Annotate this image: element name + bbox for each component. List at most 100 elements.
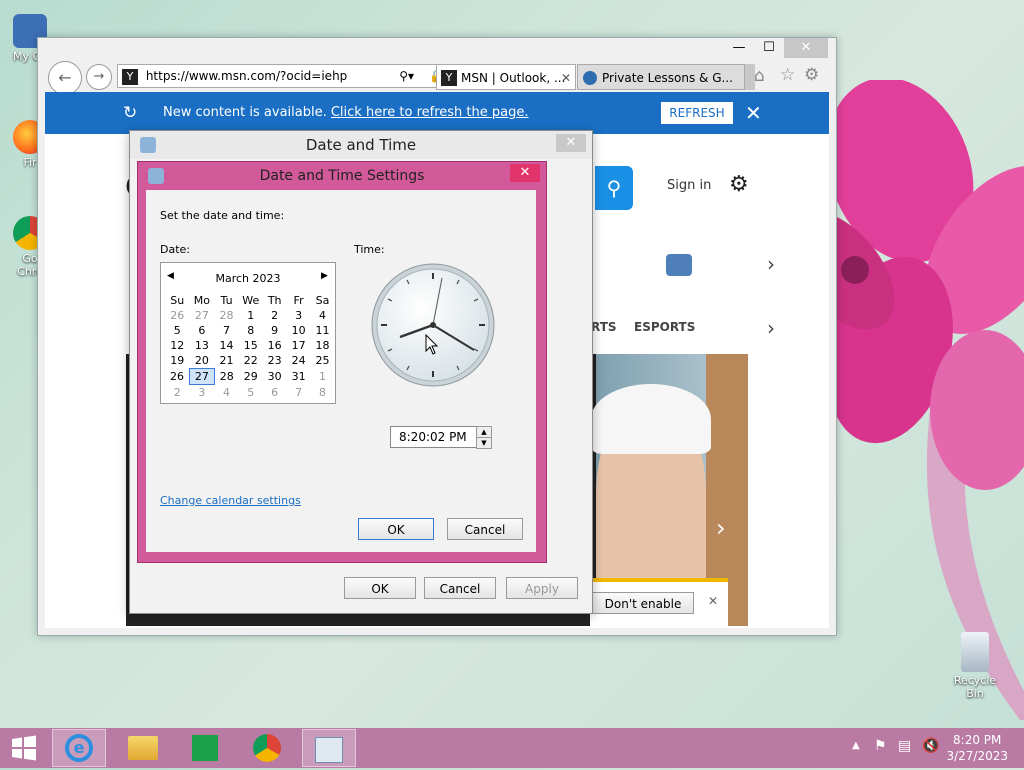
hero-next-icon[interactable]: › — [716, 514, 726, 542]
day-cell[interactable]: 26 — [165, 308, 189, 323]
day-cell[interactable]: 2 — [165, 385, 189, 401]
day-cell[interactable]: 5 — [165, 323, 189, 338]
close-button[interactable]: ✕ — [510, 164, 540, 182]
cancel-button[interactable]: Cancel — [447, 518, 523, 540]
day-cell[interactable]: 7 — [287, 385, 311, 401]
day-cell[interactable]: 21 — [214, 353, 238, 369]
day-cell[interactable]: 30 — [263, 369, 287, 385]
taskbar-ie[interactable]: e — [52, 729, 106, 767]
weekday-header: Mo — [193, 294, 210, 307]
taskbar-file-explorer[interactable] — [116, 729, 170, 767]
day-cell[interactable]: 12 — [165, 338, 189, 353]
tab-close-icon[interactable]: ✕ — [561, 65, 571, 89]
search-icon[interactable]: ⚲▾ — [399, 65, 414, 87]
spin-down-icon[interactable]: ▼ — [476, 437, 492, 449]
day-cell[interactable]: 1 — [239, 308, 263, 323]
close-button[interactable]: ✕ — [556, 134, 586, 152]
day-cell[interactable]: 15 — [239, 338, 263, 353]
day-cell[interactable]: 5 — [239, 385, 263, 401]
settings-gear-icon[interactable]: ⚙ — [804, 65, 819, 85]
back-button[interactable]: ← — [48, 61, 82, 95]
window-controls: — ☐ ✕ — [724, 38, 828, 58]
day-cell[interactable]: 6 — [189, 323, 214, 338]
taskbar-store[interactable] — [178, 729, 232, 767]
day-cell[interactable]: 4 — [214, 385, 238, 401]
nav-esports-link[interactable]: ESPORTS — [634, 320, 695, 334]
chrome-icon — [253, 734, 281, 762]
volume-muted-icon[interactable]: 🔇 — [922, 738, 939, 754]
day-cell[interactable]: 20 — [189, 353, 214, 369]
selected-day-cell[interactable]: 27 — [188, 368, 215, 385]
refresh-link[interactable]: Click here to refresh the page. — [331, 105, 529, 120]
ok-button[interactable]: OK — [344, 577, 416, 599]
nav-sports-link[interactable]: RTS — [591, 320, 617, 334]
time-spinner[interactable]: 8:20:02 PM ▲ ▼ — [390, 426, 492, 449]
home-icon[interactable]: ⌂ — [754, 66, 765, 86]
taskbar-chrome[interactable] — [240, 729, 294, 767]
calendar-month[interactable]: March 2023 — [161, 272, 335, 285]
day-cell[interactable]: 4 — [311, 308, 335, 323]
day-cell[interactable]: 25 — [311, 353, 335, 369]
search-button[interactable]: ⚲ — [595, 166, 633, 210]
day-cell[interactable]: 9 — [263, 323, 287, 338]
nav-next-chevron-icon[interactable]: › — [767, 316, 775, 340]
store-icon — [192, 735, 218, 761]
day-cell[interactable]: 18 — [311, 338, 335, 353]
address-text: https://www.msn.com/?ocid=iehp — [145, 69, 348, 83]
minimize-button[interactable]: — — [724, 38, 754, 58]
desktop-icon-recycle-bin[interactable]: Recycle Bin — [944, 632, 1006, 700]
day-cell[interactable]: 2 — [263, 308, 287, 323]
tab-msn[interactable]: Y MSN | Outlook, ... ✕ — [436, 64, 576, 90]
day-cell[interactable]: 7 — [214, 323, 238, 338]
day-cell[interactable]: 28 — [214, 369, 238, 385]
action-center-flag-icon[interactable]: ⚑ — [874, 738, 887, 754]
next-month-icon[interactable]: ▶ — [321, 271, 328, 281]
day-cell[interactable]: 24 — [287, 353, 311, 369]
close-notification-icon[interactable]: ✕ — [745, 92, 762, 134]
sign-in-link[interactable]: Sign in — [667, 178, 711, 193]
taskbar-date-time[interactable] — [302, 729, 356, 767]
banner-close-icon[interactable]: ✕ — [708, 594, 718, 608]
apply-button[interactable]: Apply — [506, 577, 578, 599]
maximize-button[interactable]: ☐ — [754, 38, 784, 58]
day-cell[interactable]: 11 — [311, 323, 335, 338]
day-cell[interactable]: 29 — [239, 369, 263, 385]
network-icon[interactable]: ▤ — [898, 738, 911, 754]
day-cell[interactable]: 3 — [189, 385, 214, 401]
day-cell[interactable]: 17 — [287, 338, 311, 353]
weekday-header: We — [242, 294, 260, 307]
refresh-button[interactable]: REFRESH — [661, 102, 733, 124]
msn-settings-icon[interactable]: ⚙ — [729, 172, 749, 197]
tab-private-lessons[interactable]: Private Lessons & G... — [577, 64, 745, 90]
day-cell[interactable]: 27 — [189, 308, 214, 323]
page-tab-icon — [583, 71, 597, 85]
day-cell[interactable]: 16 — [263, 338, 287, 353]
favorites-star-icon[interactable]: ☆ — [780, 65, 795, 85]
change-calendar-settings-link[interactable]: Change calendar settings — [160, 494, 301, 507]
close-button[interactable]: ✕ — [784, 38, 828, 58]
day-cell[interactable]: 8 — [311, 385, 335, 401]
day-cell[interactable]: 10 — [287, 323, 311, 338]
cancel-button[interactable]: Cancel — [424, 577, 496, 599]
day-cell[interactable]: 1 — [311, 369, 335, 385]
day-cell[interactable]: 23 — [263, 353, 287, 369]
day-cell[interactable]: 8 — [239, 323, 263, 338]
day-cell[interactable]: 31 — [287, 369, 311, 385]
next-chevron-icon[interactable]: › — [767, 252, 775, 276]
day-cell[interactable]: 6 — [263, 385, 287, 401]
internet-explorer-icon: e — [65, 734, 93, 762]
day-cell[interactable]: 28 — [214, 308, 238, 323]
start-button[interactable] — [4, 729, 44, 767]
day-cell[interactable]: 14 — [214, 338, 238, 353]
system-clock[interactable]: 8:20 PM 3/27/2023 — [946, 732, 1008, 764]
ok-button[interactable]: OK — [358, 518, 434, 540]
show-hidden-icons-icon[interactable]: ▲ — [852, 740, 860, 751]
day-cell[interactable]: 26 — [165, 369, 189, 385]
address-bar[interactable]: Y https://www.msn.com/?ocid=iehp ⚲▾ 🔒 ↻ — [117, 64, 467, 88]
day-cell[interactable]: 13 — [189, 338, 214, 353]
dont-enable-button[interactable]: Don't enable — [592, 592, 694, 614]
forward-button[interactable]: → — [86, 64, 112, 90]
day-cell[interactable]: 22 — [239, 353, 263, 369]
day-cell[interactable]: 19 — [165, 353, 189, 369]
day-cell[interactable]: 3 — [287, 308, 311, 323]
